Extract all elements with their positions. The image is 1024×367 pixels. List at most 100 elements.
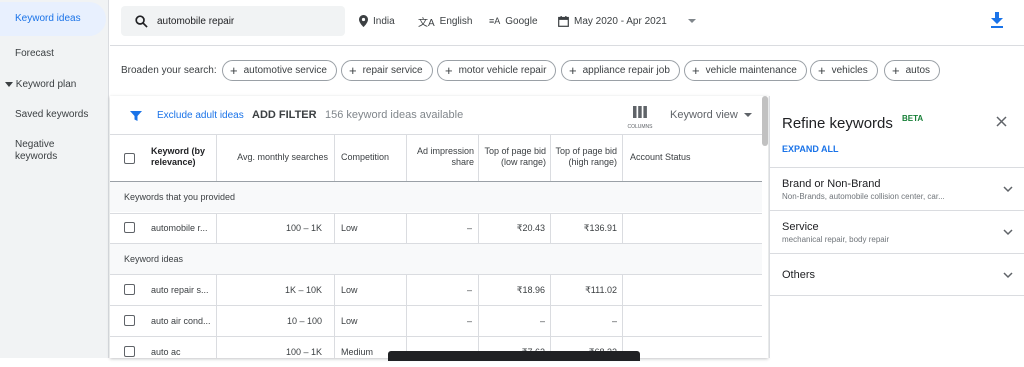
search-box[interactable]: automobile repair xyxy=(121,6,345,36)
broaden-chip[interactable]: + automotive service xyxy=(222,60,337,81)
sidebar-item-label: Keyword plan xyxy=(15,79,77,90)
col-divider xyxy=(334,213,335,243)
chip-label: autos xyxy=(905,65,931,76)
cell-bid-low: ₹20.43 xyxy=(516,222,545,233)
broaden-chip[interactable]: + autos xyxy=(884,60,941,81)
select-all-checkbox[interactable] xyxy=(124,153,135,164)
cell-ad-share: – xyxy=(466,285,472,295)
table-scrollbar[interactable] xyxy=(762,96,768,146)
refine-keywords-panel: Refine keywords BETA EXPAND ALL Brand or… xyxy=(769,96,1024,358)
broaden-chip[interactable]: + vehicles xyxy=(810,60,878,81)
refine-section-service[interactable]: Service mechanical repair, body repair xyxy=(770,210,1024,253)
broaden-chip[interactable]: + repair service xyxy=(341,60,433,81)
chip-label: appliance repair job xyxy=(582,65,670,76)
refine-section-title: Brand or Non-Brand xyxy=(782,178,881,190)
refine-section-others[interactable]: Others xyxy=(770,253,1024,296)
keyword-table-panel: Exclude adult ideas ADD FILTER 156 keywo… xyxy=(110,96,768,358)
cell-searches: 1K – 10K xyxy=(284,285,322,295)
sidebar-item-keyword-plan[interactable]: Keyword plan xyxy=(0,79,108,91)
close-icon[interactable] xyxy=(996,116,1007,127)
cell-keyword[interactable]: auto repair s... xyxy=(151,275,215,305)
broaden-chip[interactable]: + vehicle maintenance xyxy=(684,60,807,81)
add-filter-button[interactable]: ADD FILTER xyxy=(252,109,317,121)
row-checkbox[interactable] xyxy=(124,346,135,357)
date-range-selector[interactable]: May 2020 - Apr 2021 xyxy=(558,13,696,29)
chip-label: automotive service xyxy=(243,65,327,76)
chevron-down-icon xyxy=(1003,229,1013,236)
cell-keyword[interactable]: automobile r... xyxy=(151,213,215,243)
sidebar-item-label: Keyword ideas xyxy=(15,13,81,24)
keyword-view-label: Keyword view xyxy=(670,109,738,121)
broaden-chip[interactable]: + appliance repair job xyxy=(561,60,680,81)
chevron-down-icon xyxy=(1003,272,1013,279)
language-label: English xyxy=(439,15,473,27)
exclude-adult-link[interactable]: Exclude adult ideas xyxy=(157,110,244,121)
download-icon[interactable] xyxy=(990,12,1004,28)
col-divider xyxy=(478,275,479,358)
col-divider xyxy=(406,275,407,358)
header-bid-high[interactable]: Top of page bid (high range) xyxy=(555,134,617,180)
plus-icon: + xyxy=(892,62,900,78)
sidebar-item-label: Forecast xyxy=(15,48,54,59)
refine-title: Refine keywords xyxy=(782,115,893,132)
expand-all-button[interactable]: EXPAND ALL xyxy=(782,144,839,154)
row-checkbox[interactable] xyxy=(124,222,135,233)
sidebar-item-label: Negative keywords xyxy=(15,139,58,162)
location-pin-icon xyxy=(359,15,368,27)
plus-icon: + xyxy=(445,62,453,78)
col-divider xyxy=(478,213,479,243)
sidebar-item-forecast[interactable]: Forecast xyxy=(0,48,108,60)
cell-bid-high: ₹111.02 xyxy=(585,284,617,295)
keyword-view-dropdown[interactable]: Keyword view xyxy=(670,109,752,121)
row-checkbox[interactable] xyxy=(124,284,135,295)
beta-badge: BETA xyxy=(902,114,924,123)
header-account-status[interactable]: Account Status xyxy=(630,134,730,180)
col-divider xyxy=(406,213,407,243)
search-input[interactable]: automobile repair xyxy=(157,16,234,27)
cell-competition: Low xyxy=(341,285,358,295)
search-icon xyxy=(135,14,148,28)
chevron-down-icon xyxy=(1003,186,1013,193)
col-divider xyxy=(478,134,479,181)
caret-down-icon xyxy=(5,82,13,88)
cell-ad-share: – xyxy=(466,223,472,233)
network-label: Google xyxy=(505,15,538,27)
refine-section-title: Service xyxy=(782,221,819,233)
columns-button[interactable]: COLUMNS xyxy=(625,105,655,130)
cell-keyword[interactable]: auto air cond... xyxy=(151,306,215,336)
refine-section-subtitle: Non-Brands, automobile collision center,… xyxy=(782,192,945,201)
cell-bid-low: ₹18.96 xyxy=(516,284,545,295)
col-divider xyxy=(622,213,623,243)
refine-section-brand[interactable]: Brand or Non-Brand Non-Brands, automobil… xyxy=(770,167,1024,210)
cell-searches: 100 – 1K xyxy=(285,347,322,357)
group-header-ideas: Keyword ideas xyxy=(110,244,762,274)
col-divider xyxy=(216,213,217,243)
sidebar-item-keyword-ideas[interactable]: Keyword ideas xyxy=(0,2,106,36)
dropdown-arrow-icon xyxy=(687,19,696,23)
col-divider xyxy=(216,134,217,181)
filter-icon[interactable] xyxy=(130,110,142,122)
header-searches[interactable]: Avg. monthly searches xyxy=(220,134,328,180)
header-competition[interactable]: Competition xyxy=(341,134,401,180)
cell-bid-low: – xyxy=(539,316,545,326)
network-selector[interactable]: ≡A Google xyxy=(489,13,538,29)
refine-section-subtitle: mechanical repair, body repair xyxy=(782,235,890,244)
header-ad-share[interactable]: Ad impression share xyxy=(408,134,474,180)
chip-label: repair service xyxy=(362,65,423,76)
col-divider xyxy=(550,213,551,243)
language-selector[interactable]: 文A English xyxy=(418,13,472,29)
row-checkbox[interactable] xyxy=(124,315,135,326)
col-divider xyxy=(216,275,217,358)
columns-label: COLUMNS xyxy=(627,124,653,130)
plus-icon: + xyxy=(818,62,826,78)
sidebar-item-saved-keywords[interactable]: Saved keywords xyxy=(0,109,108,121)
location-selector[interactable]: India xyxy=(359,13,395,29)
col-divider xyxy=(406,134,407,181)
cell-keyword[interactable]: auto ac xyxy=(151,337,215,367)
columns-icon xyxy=(633,106,647,118)
header-bid-low[interactable]: Top of page bid (low range) xyxy=(483,134,546,180)
sidebar-item-negative-keywords[interactable]: Negative keywords xyxy=(0,139,80,163)
broaden-chip[interactable]: + motor vehicle repair xyxy=(437,60,557,81)
keyword-count: 156 keyword ideas available xyxy=(325,109,464,121)
header-keyword[interactable]: Keyword (by relevance) xyxy=(151,134,216,180)
